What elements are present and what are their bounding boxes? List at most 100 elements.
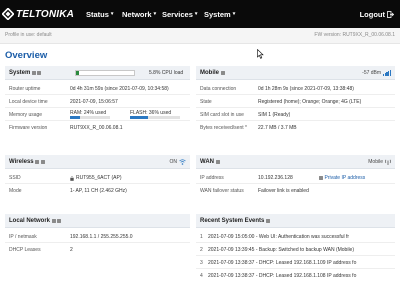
- info-icon: [319, 176, 323, 180]
- event-text: 2021-07-09 13:39:45 - Backup: Switched t…: [208, 247, 355, 253]
- info-icon[interactable]: [57, 219, 62, 223]
- wifi-icon: [179, 159, 186, 165]
- wan-type-value: Mobile: [368, 159, 383, 165]
- lock-icon: [70, 175, 74, 181]
- nav-services[interactable]: Services ▾: [162, 0, 197, 28]
- router-uptime-row: Router uptime 0d 4h 31m 59s (since 2021-…: [5, 83, 190, 95]
- dhcp-leases-row: DHCP Leases 2: [5, 244, 190, 256]
- ip-address-label: IP address: [200, 175, 224, 181]
- data-connection-row: Data connection 0d 1h 28m 9s (since 2021…: [196, 83, 395, 95]
- wireless-card: Wireless ON SSID RUT955_6ACT (AP) Mode 1…: [5, 155, 190, 205]
- firmware-version-label: Firmware version: [9, 125, 48, 131]
- ip-netmask-row: IP / netmask 192.168.1.1 / 255.255.255.0: [5, 231, 190, 243]
- settings-icon[interactable]: [51, 219, 56, 223]
- wireless-status: ON: [170, 159, 187, 165]
- settings-icon[interactable]: [215, 160, 220, 164]
- data-connection-value: 0d 1h 28m 9s (since 2021-07-09, 13:38:48…: [258, 86, 354, 92]
- info-bar: Profile in use: default FW version: RUT9…: [0, 28, 400, 44]
- local-network-card-header: Local Network: [5, 214, 190, 228]
- cpu-load-bar: [75, 70, 135, 76]
- event-row: 3 2021-07-09 13:38:37 - DHCP: Leased 192…: [196, 257, 395, 269]
- event-number: 1: [200, 234, 203, 240]
- local-network-card: Local Network IP / netmask 192.168.1.1 /…: [5, 214, 190, 264]
- chevron-down-icon: ▾: [232, 11, 236, 17]
- sim-slot-value: SIM 1 (Ready): [258, 112, 291, 118]
- page-title: Overview: [5, 50, 48, 61]
- settings-icon[interactable]: [31, 71, 36, 75]
- signal-strength-value: -57 dBm: [362, 70, 382, 76]
- mobile-card: Mobile -57 dBm Data connection 0d 1h 28m…: [196, 66, 395, 146]
- private-ip-text: Private IP address: [324, 175, 366, 181]
- bytes-value: 22.7 MB / 3.7 MB: [258, 125, 297, 131]
- system-card: System 5.8% CPU load Router uptime 0d 4h…: [5, 66, 190, 146]
- ssid-text: RUT955_6ACT (AP): [76, 175, 122, 181]
- logout-label: Logout: [359, 9, 385, 19]
- mouse-cursor-icon: [257, 49, 264, 59]
- antenna-icon: [385, 159, 391, 165]
- cpu-load-fill: [76, 71, 80, 75]
- mode-row: Mode 1- AP, 11 CH (2.462 GHz): [5, 185, 190, 197]
- state-value: Registered (home); Orange; Orange; 4G (L…: [258, 99, 362, 105]
- event-text: 2021-07-09 15:05:00 - Web UI: Authentica…: [208, 234, 350, 240]
- mobile-card-header: Mobile -57 dBm: [196, 66, 395, 80]
- wan-card-header: WAN Mobile: [196, 155, 395, 169]
- mode-label: Mode: [9, 188, 22, 194]
- event-text: 2021-07-09 13:38:37 - DHCP: Leased 192.1…: [208, 260, 357, 266]
- profile-in-use: Profile in use: default: [5, 32, 52, 38]
- teltonika-logo[interactable]: TELTONIKA: [2, 8, 74, 20]
- logout-button[interactable]: Logout: [360, 0, 394, 28]
- ssid-label: SSID: [9, 175, 21, 181]
- state-label: State: [200, 99, 212, 105]
- ssid-value: RUT955_6ACT (AP): [70, 175, 121, 181]
- nav-services-label: Services: [162, 9, 193, 19]
- event-number: 4: [200, 273, 203, 279]
- firmware-version-row: Firmware version RUT9XX_R_00.06.08.1: [5, 122, 190, 134]
- logout-icon: [387, 10, 394, 18]
- info-icon[interactable]: [37, 71, 42, 75]
- event-row: 2 2021-07-09 13:39:45 - Backup: Switched…: [196, 244, 395, 256]
- ram-usage-bar: [70, 116, 110, 119]
- info-icon[interactable]: [40, 160, 45, 164]
- settings-icon[interactable]: [265, 219, 270, 223]
- top-navigation-bar: TELTONIKA Status ▾ Network ▾ Services ▾ Sys…: [0, 0, 400, 28]
- nav-network-label: Network: [122, 9, 152, 19]
- wireless-card-header: Wireless ON: [5, 155, 190, 169]
- ip-address-row: IP address 10.192.236.128 Private IP add…: [196, 172, 395, 184]
- private-ip-link[interactable]: Private IP address: [319, 175, 365, 181]
- ram-usage-fill: [70, 116, 80, 119]
- flash-usage: FLASH: 36% used: [130, 110, 180, 119]
- wan-card: WAN Mobile IP address 10.192.236.128 Pri…: [196, 155, 395, 205]
- system-card-header: System 5.8% CPU load: [5, 66, 190, 80]
- nav-system[interactable]: System ▾: [204, 0, 235, 28]
- ip-netmask-label: IP / netmask: [9, 234, 37, 240]
- nav-status[interactable]: Status ▾: [86, 0, 113, 28]
- wan-failover-row: WAN failover status Failover link is ena…: [196, 185, 395, 197]
- chevron-down-icon: ▾: [110, 11, 114, 17]
- event-row: 1 2021-07-09 15:05:00 - Web UI: Authenti…: [196, 231, 395, 243]
- mode-value: 1- AP, 11 CH (2.462 GHz): [70, 188, 127, 194]
- recent-events-card-title: Recent System Events: [200, 218, 265, 224]
- teltonika-logo-icon: [2, 8, 14, 20]
- state-row: State Registered (home); Orange; Orange;…: [196, 96, 395, 108]
- local-network-card-title: Local Network: [9, 218, 51, 224]
- chevron-down-icon: ▾: [194, 11, 198, 17]
- local-device-time-row: Local device time 2021-07-09, 15:06:57: [5, 96, 190, 108]
- settings-icon[interactable]: [35, 160, 40, 164]
- wireless-status-value: ON: [169, 159, 178, 165]
- memory-usage-row: Memory usage RAM: 24% used FLASH: 36% us…: [5, 109, 190, 121]
- router-uptime-label: Router uptime: [9, 86, 41, 92]
- flash-usage-fill: [130, 116, 148, 119]
- nav-network[interactable]: Network ▾: [122, 0, 156, 28]
- settings-icon[interactable]: [220, 71, 225, 75]
- local-device-time-label: Local device time: [9, 99, 48, 105]
- flash-usage-bar: [130, 116, 180, 119]
- mobile-card-title: Mobile: [200, 70, 219, 76]
- router-uptime-value: 0d 4h 31m 59s (since 2021-07-09, 10:34:5…: [70, 86, 169, 92]
- bytes-row: Bytes received/sent * 22.7 MB / 3.7 MB: [196, 122, 395, 134]
- wan-card-title: WAN: [200, 159, 214, 165]
- brand-name: TELTONIKA: [16, 8, 75, 20]
- dhcp-leases-value: 2: [70, 247, 73, 253]
- wan-failover-value: Failover link is enabled: [258, 188, 309, 194]
- sim-slot-label: SIM card slot in use: [200, 112, 244, 118]
- nav-status-label: Status: [86, 9, 109, 19]
